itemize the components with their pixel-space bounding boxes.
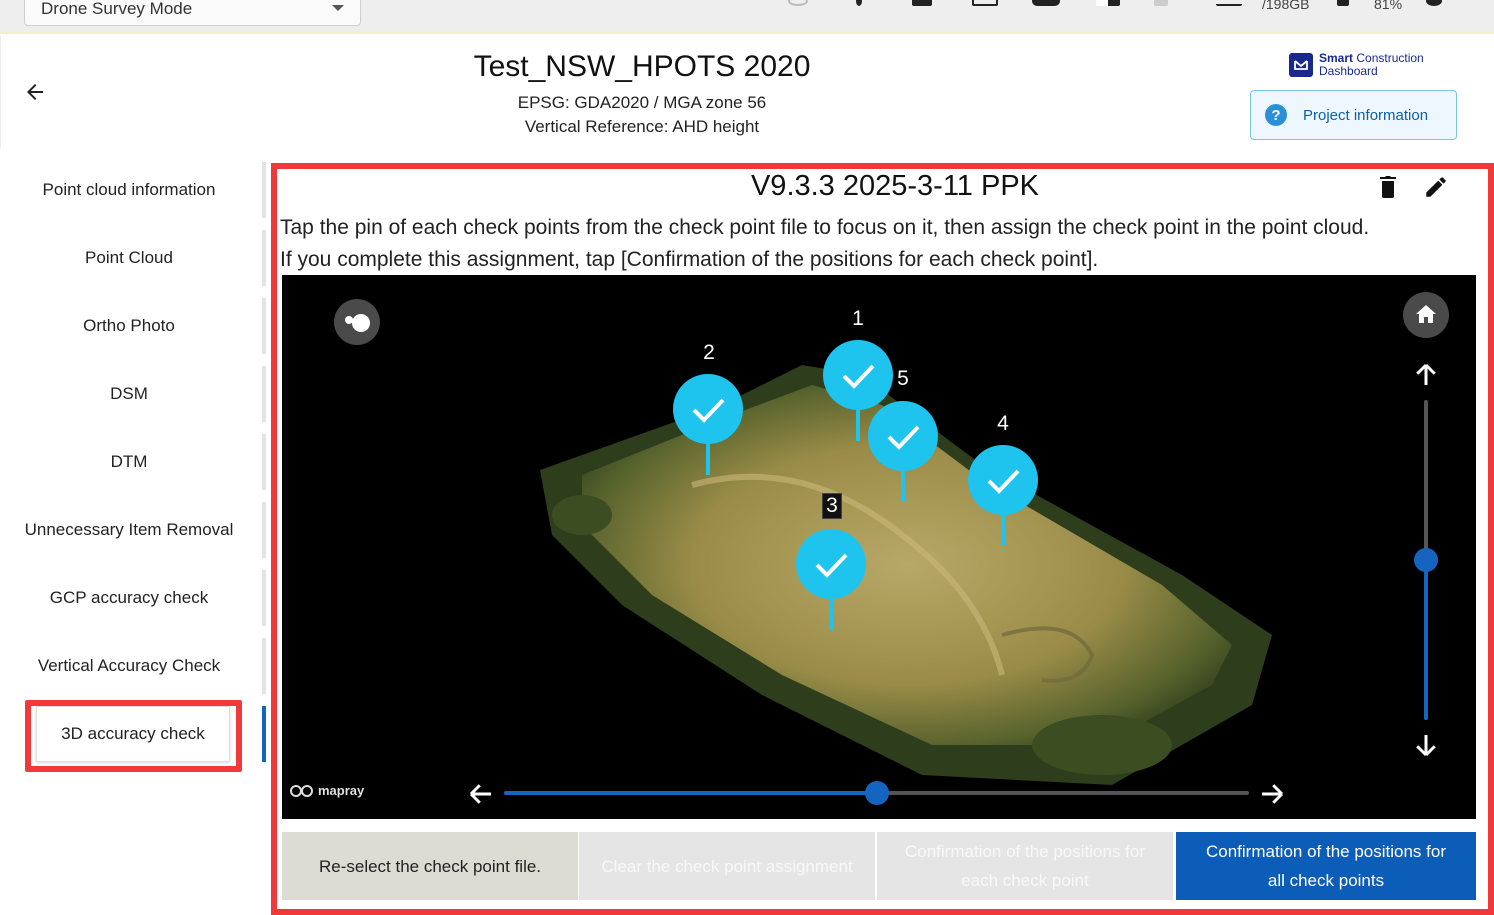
system-top-bar: Drone Survey Mode /198GB 81% <box>0 0 1494 34</box>
vertical-slider[interactable] <box>1414 400 1438 720</box>
vertical-slider-thumb[interactable] <box>1414 548 1438 572</box>
visibility-toggle-button[interactable] <box>334 299 380 345</box>
pin-label-1: 1 <box>852 307 864 330</box>
sidebar-item-dtm[interactable]: DTM <box>0 432 258 492</box>
sidebar-item-label: Vertical Accuracy Check <box>37 656 221 675</box>
location-icon <box>856 0 862 6</box>
instruction-line-1: Tap the pin of each check points from th… <box>280 216 1370 239</box>
sidebar-rail <box>262 230 266 286</box>
project-title: Test_NSW_HPOTS 2020 <box>473 50 811 83</box>
project-information-label: Project information <box>1303 106 1429 124</box>
mode-dropdown-label: Drone Survey Mode <box>41 0 193 18</box>
horizontal-slider-thumb[interactable] <box>864 781 889 805</box>
sidebar-rail <box>262 162 266 218</box>
sidebar-item-label: Point cloud information <box>42 180 216 199</box>
check-point-pin-3[interactable] <box>795 528 867 630</box>
vertical-slider-fill <box>1424 560 1428 720</box>
mapray-label: mapray <box>318 783 365 798</box>
battery-text: 81% <box>1374 0 1403 12</box>
logo-text-bold: Smart <box>1319 51 1354 65</box>
battery-icon <box>1337 0 1349 6</box>
epsg-text: EPSG: GDA2020 / MGA zone 56 <box>517 93 767 112</box>
sidebar-item-label: Unnecessary Item Removal <box>24 520 234 539</box>
screen-icon <box>972 0 998 6</box>
clear-check-point-assignment-button[interactable]: Clear the check point assignment <box>579 832 875 900</box>
sidebar-item-point-cloud-information[interactable]: Point cloud information <box>0 160 258 220</box>
trash-icon[interactable] <box>1376 174 1400 200</box>
help-icon: ? <box>1265 104 1287 126</box>
toggle-icon <box>345 314 370 332</box>
storage-text: /198GB <box>1262 0 1310 12</box>
instruction-line-2: If you complete this assignment, tap [Co… <box>280 248 1099 271</box>
pin-label-3: 3 <box>822 493 842 519</box>
sidebar-rail <box>262 502 266 558</box>
horizontal-slider-fill <box>504 791 877 795</box>
chevron-down-icon <box>332 5 344 11</box>
sidebar-rail <box>262 570 266 626</box>
pin-label-2: 2 <box>703 341 715 364</box>
mapray-watermark: mapray <box>290 783 364 798</box>
sidebar-item-unnecessary-item-removal[interactable]: Unnecessary Item Removal <box>0 500 258 560</box>
pin-label-4: 4 <box>997 412 1009 435</box>
home-icon <box>1416 305 1436 323</box>
arrow-right-icon[interactable] <box>1257 779 1287 809</box>
arrow-up-icon[interactable] <box>1411 360 1441 390</box>
logo-text-rest: Construction <box>1353 51 1424 65</box>
sidebar-rail <box>262 366 266 422</box>
sidebar-rail <box>262 638 266 694</box>
check-point-pin-4[interactable] <box>967 444 1039 546</box>
edit-icon[interactable] <box>1423 174 1449 200</box>
arrow-left-icon[interactable] <box>466 779 496 809</box>
card-icon <box>912 0 932 6</box>
sidebar-item-label: DTM <box>110 452 148 471</box>
vertical-reference-text: Vertical Reference: AHD height <box>524 117 760 136</box>
horizontal-slider[interactable] <box>504 781 1249 805</box>
page-header: Test_NSW_HPOTS 2020 EPSG: GDA2020 / MGA … <box>0 36 1494 148</box>
sidebar-nav: Point cloud information Point Cloud Orth… <box>0 160 268 915</box>
logo-mark-icon <box>1289 53 1313 77</box>
chat-icon <box>1032 0 1060 6</box>
sidebar-item-3d-accuracy-check[interactable]: 3D accuracy check <box>36 706 230 762</box>
sidebar-item-label: DSM <box>110 384 148 403</box>
sidebar-rail <box>262 298 266 354</box>
home-button[interactable] <box>1403 292 1449 338</box>
logo-text-line2: Dashboard <box>1319 64 1378 78</box>
sidebar-item-label: Ortho Photo <box>83 316 175 335</box>
storage-icon <box>1216 0 1242 6</box>
confirm-all-check-points-button[interactable]: Confirmation of the positions for all ch… <box>1176 832 1476 900</box>
project-information-button[interactable]: ? Project information <box>1250 90 1457 140</box>
sidebar-rail-active <box>262 706 266 762</box>
sidebar-item-label: Point Cloud <box>85 248 173 267</box>
instruction-text: Tap the pin of each check points from th… <box>280 212 1480 276</box>
sidebar-item-ortho-photo[interactable]: Ortho Photo <box>0 296 258 356</box>
result-title: V9.3.3 2025-3-11 PPK <box>750 170 1040 202</box>
check-point-pin-2[interactable] <box>672 373 744 475</box>
point-cloud-viewer[interactable]: mapray 1 2 3 4 5 <box>282 275 1476 819</box>
mode-dropdown[interactable]: Drone Survey Mode <box>24 0 361 26</box>
settings-icon[interactable] <box>1426 0 1442 6</box>
sidebar-rail <box>262 434 266 490</box>
check-point-pin-5[interactable] <box>867 400 939 502</box>
sidebar-item-point-cloud[interactable]: Point Cloud <box>0 228 258 288</box>
brightness-icon <box>1096 0 1120 6</box>
sidebar-item-vertical-accuracy-check[interactable]: Vertical Accuracy Check <box>0 636 258 696</box>
confirm-each-check-point-button[interactable]: Confirmation of the positions for each c… <box>877 832 1173 900</box>
sync-icon <box>788 0 808 6</box>
tag-icon <box>1154 0 1168 6</box>
reselect-check-point-file-button[interactable]: Re-select the check point file. <box>282 832 578 900</box>
brand-logo: Smart Construction Dashboard <box>1289 52 1424 78</box>
sidebar-item-label: GCP accuracy check <box>49 588 209 607</box>
arrow-down-icon[interactable] <box>1411 730 1441 760</box>
mapray-logo-icon <box>290 784 313 797</box>
sidebar-item-dsm[interactable]: DSM <box>0 364 258 424</box>
sidebar-item-gcp-accuracy-check[interactable]: GCP accuracy check <box>0 568 258 628</box>
sidebar-item-label: 3D accuracy check <box>61 724 205 743</box>
